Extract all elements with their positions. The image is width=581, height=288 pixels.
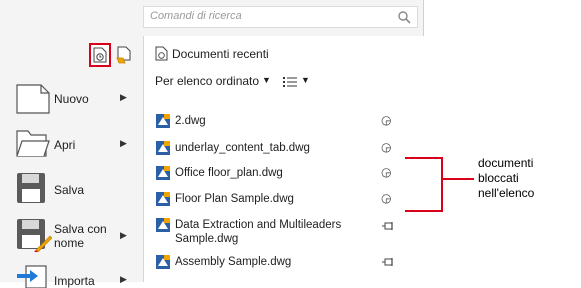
- submenu-arrow-icon: ▶: [120, 230, 127, 240]
- list-item[interactable]: Office floor_plan.dwg ◶: [155, 165, 405, 187]
- annotation-bracket-top: [405, 157, 443, 159]
- annotation-bracket-side: [441, 157, 443, 212]
- menu-item-label: Salva con nome: [54, 222, 107, 250]
- list-item[interactable]: Floor Plan Sample.dwg ◶: [155, 191, 405, 213]
- menu-item-label: Salva: [54, 183, 85, 197]
- file-name: Assembly Sample.dwg: [175, 256, 292, 268]
- dwg-file-icon: [156, 114, 170, 128]
- submenu-arrow-icon: ▶: [120, 274, 127, 284]
- file-name: Data Extraction and Multileaders Sample.…: [175, 219, 342, 245]
- file-name: 2.dwg: [175, 115, 206, 127]
- search-icon[interactable]: [397, 10, 411, 24]
- file-name: underlay_content_tab.dwg: [175, 142, 310, 154]
- locked-pin-icon[interactable]: ◶: [381, 140, 391, 154]
- locked-pin-icon[interactable]: ◶: [381, 191, 391, 205]
- file-name: Floor Plan Sample.dwg: [175, 193, 294, 205]
- open-documents-icon[interactable]: [116, 46, 132, 64]
- menu-item-open[interactable]: Apri ▶: [14, 128, 142, 160]
- chevron-down-icon: ▼: [301, 75, 310, 85]
- file-name: Office floor_plan.dwg: [175, 167, 283, 179]
- view-options-dropdown[interactable]: ▼: [283, 74, 313, 90]
- annotation-text: documenti bloccati nell'elenco: [478, 156, 534, 201]
- save-disk-icon: [17, 173, 45, 203]
- menu-item-import[interactable]: Importa ▶: [14, 264, 142, 288]
- recent-document-icon: [93, 47, 107, 63]
- submenu-arrow-icon: ▶: [120, 138, 127, 148]
- menu-item-save-as[interactable]: Salva con nome ▶: [14, 218, 142, 254]
- menu-item-save[interactable]: Salva: [14, 172, 142, 206]
- submenu-arrow-icon: ▶: [120, 92, 127, 102]
- menu-item-label: Nuovo: [54, 92, 89, 106]
- locked-pin-icon[interactable]: ◶: [381, 113, 391, 127]
- locked-pin-icon[interactable]: ◶: [381, 165, 391, 179]
- dwg-file-icon: [156, 192, 170, 206]
- sort-label: Per elenco ordinato: [155, 74, 260, 88]
- list-item[interactable]: Assembly Sample.dwg: [155, 254, 405, 276]
- open-folder-icon: [16, 130, 50, 157]
- menu-item-label: Importa: [54, 274, 95, 288]
- recent-documents-icon: [155, 46, 168, 61]
- annotation-pointer: [443, 178, 474, 180]
- annotation-line: nell'elenco: [478, 186, 535, 200]
- dwg-file-icon: [156, 166, 170, 180]
- list-item[interactable]: underlay_content_tab.dwg ◶: [155, 140, 405, 162]
- list-view-icon: [283, 77, 297, 87]
- annotation-bracket-bottom: [405, 210, 443, 212]
- annotation-line: documenti: [478, 156, 534, 170]
- annotation-line: bloccati: [478, 171, 519, 185]
- sort-dropdown[interactable]: Per elenco ordinato ▼: [155, 74, 275, 90]
- dwg-file-icon: [156, 218, 170, 232]
- search-input[interactable]: Comandi di ricerca: [150, 10, 242, 22]
- pin-icon[interactable]: [382, 221, 396, 231]
- dwg-file-icon: [156, 255, 170, 269]
- search-box[interactable]: Comandi di ricerca: [143, 6, 418, 28]
- new-document-icon: [16, 84, 50, 114]
- dwg-file-icon: [156, 141, 170, 155]
- chevron-down-icon: ▼: [262, 75, 271, 85]
- list-item[interactable]: Data Extraction and Multileaders Sample.…: [155, 217, 405, 247]
- menu-item-label: Apri: [54, 138, 76, 152]
- menu-item-new[interactable]: Nuovo ▶: [14, 84, 142, 114]
- list-item[interactable]: 2.dwg ◶: [155, 113, 405, 135]
- recent-documents-tab[interactable]: [89, 43, 111, 67]
- import-icon: [17, 265, 47, 288]
- recent-documents-title: Documenti recenti: [172, 47, 269, 61]
- save-as-icon: [17, 219, 52, 252]
- pin-icon[interactable]: [382, 257, 396, 267]
